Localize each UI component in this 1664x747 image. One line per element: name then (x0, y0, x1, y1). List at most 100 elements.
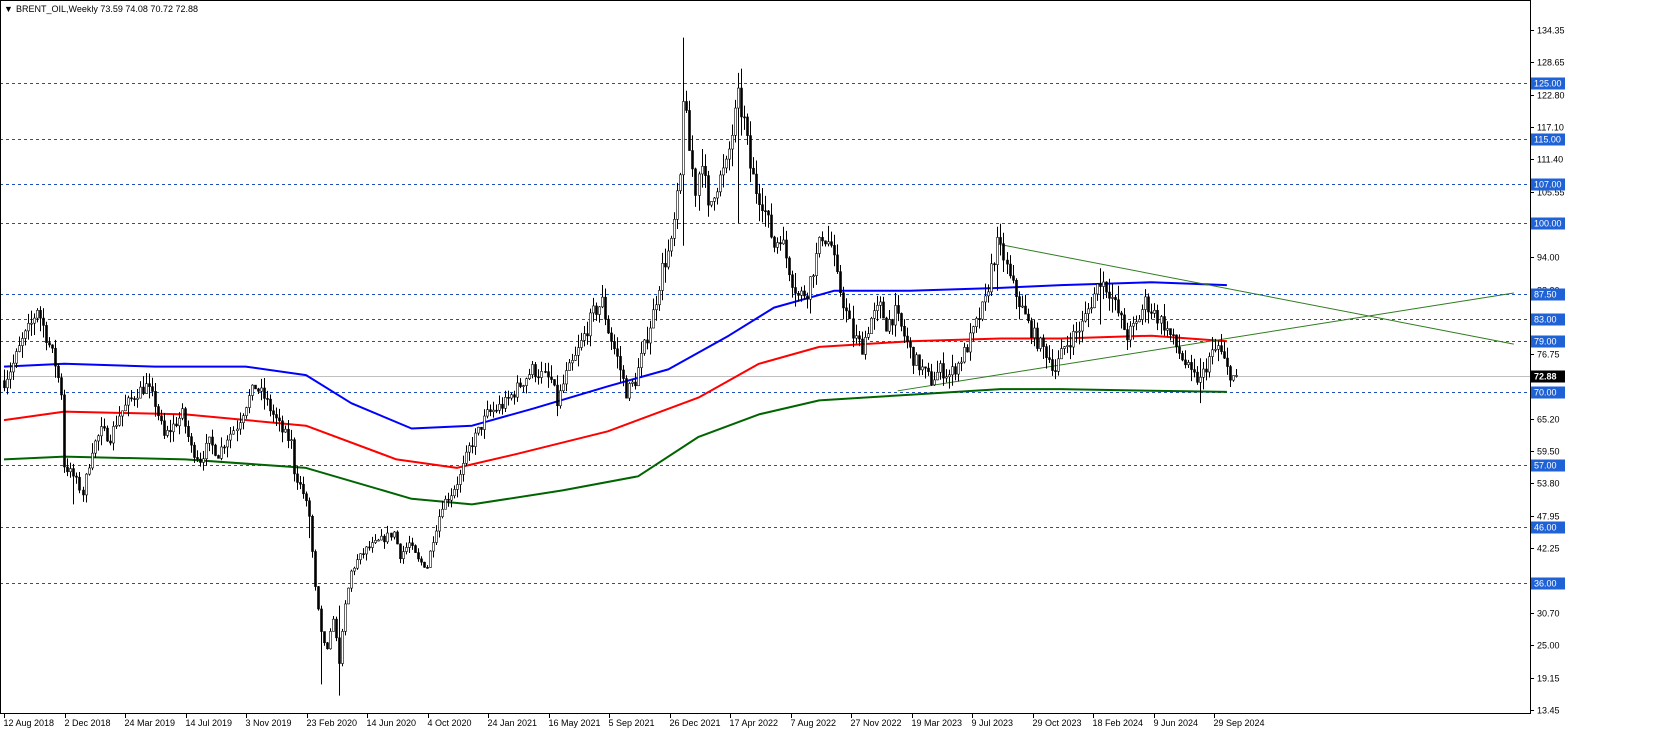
candle-body (906, 335, 909, 343)
candle-body (948, 374, 951, 378)
level-label: 107.00 (1534, 180, 1562, 190)
candle-body (927, 367, 930, 372)
candle-body (85, 473, 88, 496)
candle-body (791, 274, 794, 288)
candle-body (287, 428, 290, 442)
x-tick-label: 23 Feb 2020 (307, 718, 358, 728)
candle-body (586, 333, 589, 337)
candle-body (1114, 297, 1117, 301)
candle-body (996, 237, 999, 265)
candle-body (664, 263, 667, 268)
candle-body (1220, 345, 1223, 352)
candle-body (713, 197, 716, 202)
candle-body (124, 404, 127, 412)
level-label: 87.50 (1534, 290, 1557, 300)
candle-body (260, 387, 263, 392)
candle-body (746, 116, 749, 136)
candle-body (390, 532, 393, 538)
candle-body (175, 423, 178, 427)
candle-body (577, 347, 580, 356)
candle-body (987, 291, 990, 297)
candle-body (1051, 359, 1054, 371)
symbol-menu-arrow-icon[interactable]: ▼ (4, 4, 13, 14)
candle-body (719, 174, 722, 193)
x-tick-label: 24 Jan 2021 (488, 718, 538, 728)
candle-body (359, 553, 362, 560)
candle-body (169, 430, 172, 433)
candle-body (181, 408, 184, 419)
candle-body (550, 376, 553, 380)
price-chart[interactable]: 134.35128.65122.80117.10111.40105.55100.… (0, 0, 1664, 747)
candle-body (356, 559, 359, 569)
candle-body (88, 467, 91, 475)
candle-body (939, 363, 942, 373)
candle-body (405, 547, 408, 552)
candle-body (704, 165, 707, 176)
candle-body (821, 237, 824, 242)
timeframe-label: Weekly (69, 4, 99, 14)
y-tick-label: 76.75 (1537, 350, 1560, 360)
candle-body (1006, 259, 1009, 265)
x-tick-label: 29 Oct 2023 (1033, 718, 1082, 728)
candle-body (993, 263, 996, 266)
candle-body (824, 240, 827, 245)
candle-body (429, 550, 432, 568)
candle-body (839, 271, 842, 293)
x-tick-label: 26 Dec 2021 (670, 718, 721, 728)
candle-body (1012, 275, 1015, 281)
candle-body (438, 516, 441, 532)
candle-body (897, 305, 900, 314)
candle-body (435, 530, 438, 543)
candle-body (462, 463, 465, 475)
candle-body (619, 356, 622, 371)
candle-body (1223, 351, 1226, 359)
candle-body (1009, 263, 1012, 277)
candle-body (1144, 296, 1147, 310)
candle-body (701, 165, 704, 175)
candle-body (782, 239, 785, 245)
level-label: 70.00 (1534, 388, 1557, 398)
candle-body (833, 245, 836, 256)
candle-body (136, 397, 139, 400)
chart-background (0, 0, 1664, 747)
candle-body (694, 168, 697, 196)
candle-body (1147, 296, 1150, 313)
candle-body (323, 631, 326, 644)
candle-body (574, 355, 577, 361)
candle-body (1063, 346, 1066, 349)
candle-body (510, 394, 513, 399)
candle-body (202, 458, 205, 463)
candle-body (513, 394, 516, 398)
candle-body (245, 407, 248, 416)
candle-body (915, 354, 918, 366)
candle-body (326, 642, 329, 650)
candle-body (785, 239, 788, 259)
x-tick-label: 19 Mar 2023 (912, 718, 963, 728)
candle-body (1081, 320, 1084, 332)
candle-body (698, 173, 701, 196)
x-tick-label: 14 Jul 2019 (186, 718, 233, 728)
candle-body (984, 295, 987, 303)
candle-body (1039, 337, 1042, 349)
candle-body (882, 301, 885, 319)
candle-body (858, 335, 861, 340)
candle-body (423, 561, 426, 568)
candle-body (1057, 358, 1060, 372)
candle-body (317, 586, 320, 610)
candle-body (133, 398, 136, 400)
candle-body (1033, 327, 1036, 339)
candle-body (655, 304, 658, 311)
candle-body (72, 468, 75, 477)
candle-body (75, 475, 78, 478)
candle-body (368, 546, 371, 549)
candle-body (1105, 281, 1108, 293)
x-tick-label: 12 Aug 2018 (4, 718, 55, 728)
candle-body (562, 383, 565, 392)
candle-body (266, 398, 269, 400)
candle-body (547, 371, 550, 378)
candle-body (534, 364, 537, 378)
x-tick-label: 7 Aug 2022 (791, 718, 837, 728)
candle-body (589, 312, 592, 337)
candle-body (528, 374, 531, 380)
candle-body (861, 338, 864, 355)
